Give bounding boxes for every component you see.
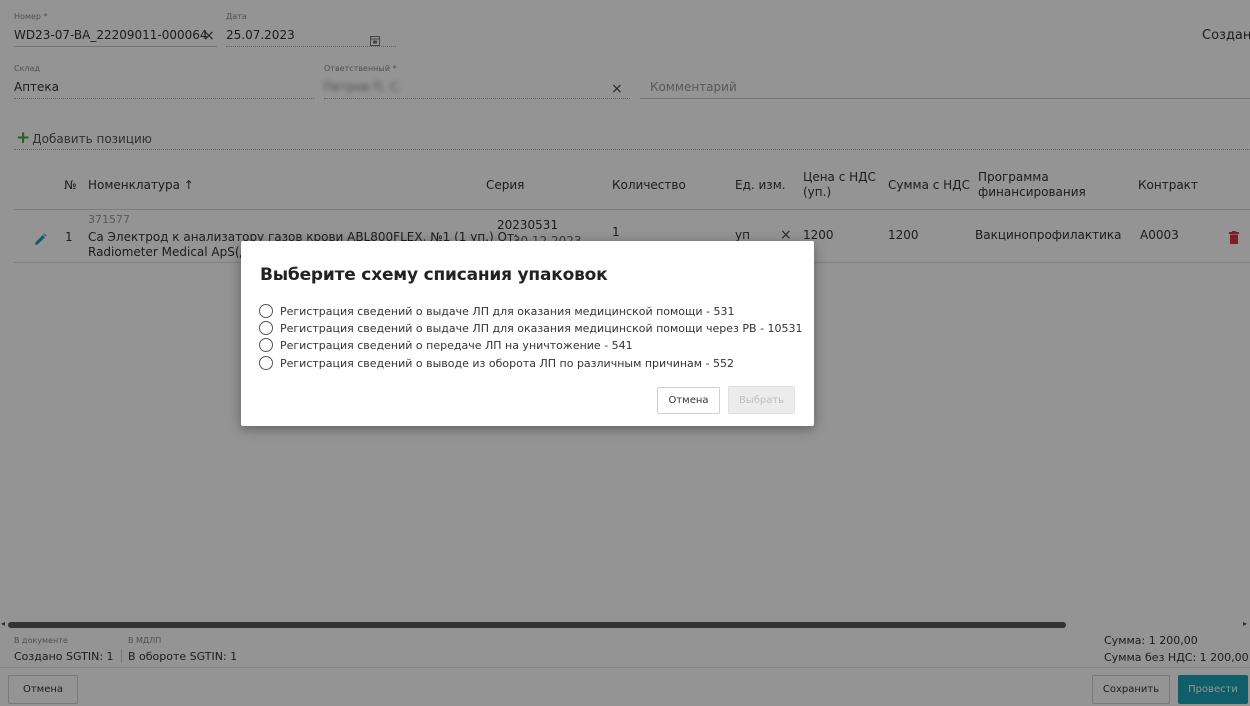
scheme-option-label: Регистрация сведений о передаче ЛП на ун… bbox=[280, 338, 633, 352]
scheme-option-label: Регистрация сведений о выводе из оборота… bbox=[280, 356, 735, 370]
radio-icon[interactable] bbox=[259, 356, 273, 370]
scheme-option-10531[interactable]: Регистрация сведений о выдаче ЛП для ока… bbox=[259, 320, 803, 336]
dialog-cancel-button[interactable]: Отмена bbox=[657, 387, 720, 414]
radio-icon[interactable] bbox=[259, 321, 273, 335]
scheme-option-541[interactable]: Регистрация сведений о передаче ЛП на ун… bbox=[259, 337, 633, 353]
document-form: Номер * WD23-07-BA_22209011-000064 × Дат… bbox=[0, 0, 1250, 706]
radio-icon[interactable] bbox=[259, 338, 273, 352]
scheme-option-531[interactable]: Регистрация сведений о выдаче ЛП для ока… bbox=[259, 303, 735, 319]
scheme-option-label: Регистрация сведений о выдаче ЛП для ока… bbox=[280, 304, 735, 318]
scheme-option-label: Регистрация сведений о выдаче ЛП для ока… bbox=[280, 321, 803, 335]
write-off-scheme-dialog: Выберите схему списания упаковок Регистр… bbox=[241, 241, 814, 426]
radio-icon[interactable] bbox=[259, 304, 273, 318]
scheme-option-552[interactable]: Регистрация сведений о выводе из оборота… bbox=[259, 355, 734, 371]
dialog-title: Выберите схему списания упаковок bbox=[260, 265, 608, 285]
dialog-select-button[interactable]: Выбрать bbox=[728, 386, 795, 414]
